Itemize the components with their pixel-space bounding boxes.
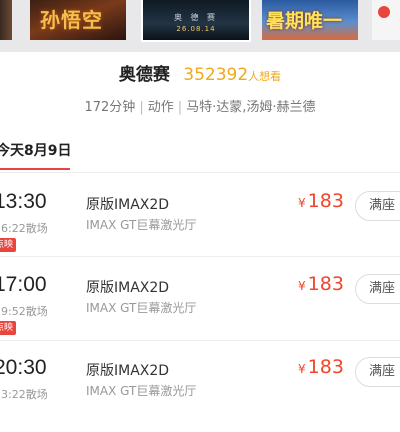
- movie-cast: 马特·达蒙,汤姆·赫兰德: [186, 100, 316, 115]
- date-tab-today[interactable]: 今天8月9日: [0, 140, 71, 160]
- preview-badge: 点映: [0, 321, 17, 335]
- poster-title: 孙悟空: [40, 8, 103, 32]
- price: ¥183: [298, 273, 344, 295]
- start-time: 20:30: [0, 356, 47, 379]
- price-value: 183: [307, 190, 344, 212]
- poster-item-selected[interactable]: 奥 德 赛 26.08.14: [141, 0, 251, 42]
- poster-date: 26.08.14: [176, 25, 216, 33]
- movie-meta: 172分钟 | 动作 | 马特·达蒙,汤姆·赫兰德: [0, 96, 400, 115]
- sold-out-button[interactable]: 满座: [355, 274, 400, 304]
- price: ¥183: [298, 356, 344, 378]
- start-time: 13:30: [0, 190, 47, 213]
- meta-separator: |: [139, 100, 144, 115]
- poster-title: 奥 德 赛: [173, 13, 219, 22]
- poster-carousel[interactable]: 孙悟空 奥 德 赛 26.08.14 暑期唯一: [0, 0, 400, 52]
- start-time: 17:00: [0, 273, 47, 296]
- end-time: 16:22散场: [0, 222, 48, 235]
- poster-item[interactable]: 暑期唯一: [262, 0, 358, 40]
- hall-label: IMAX GT巨幕激光厅: [86, 384, 197, 398]
- price: ¥183: [298, 190, 344, 212]
- movie-title: 奥德赛: [118, 65, 170, 85]
- currency-symbol: ¥: [298, 279, 306, 293]
- divider: [0, 256, 400, 257]
- poster-item[interactable]: [0, 0, 12, 40]
- hall-label: IMAX GT巨幕激光厅: [86, 301, 197, 315]
- want-unit: 人想看: [248, 70, 282, 83]
- poster-item[interactable]: [372, 0, 400, 40]
- preview-badge: 点映: [0, 238, 17, 252]
- poster-decoration: [378, 6, 390, 18]
- currency-symbol: ¥: [298, 362, 306, 376]
- format-label: 原版IMAX2D: [86, 280, 170, 296]
- showtime-row[interactable]: 20:30 23:22散场 原版IMAX2D IMAX GT巨幕激光厅 ¥183…: [0, 352, 400, 432]
- currency-symbol: ¥: [298, 196, 306, 210]
- movie-title-row: 奥德赛 352392人想看: [0, 62, 400, 90]
- showtime-row[interactable]: 13:30 16:22散场 点映 原版IMAX2D IMAX GT巨幕激光厅 ¥…: [0, 186, 400, 266]
- want-count: 352392: [183, 65, 249, 85]
- movie-duration: 172分钟: [84, 100, 136, 115]
- price-value: 183: [307, 273, 344, 295]
- sold-out-button[interactable]: 满座: [355, 357, 400, 387]
- date-tab-indicator: [0, 168, 70, 170]
- sold-out-button[interactable]: 满座: [355, 191, 400, 221]
- movie-info: 奥德赛 352392人想看 172分钟 | 动作 | 马特·达蒙,汤姆·赫兰德: [0, 62, 400, 115]
- end-time: 19:52散场: [0, 305, 48, 318]
- hall-label: IMAX GT巨幕激光厅: [86, 218, 197, 232]
- poster-item[interactable]: 孙悟空: [30, 0, 126, 40]
- divider: [0, 340, 400, 341]
- movie-genre: 动作: [147, 100, 174, 115]
- showtime-row[interactable]: 17:00 19:52散场 点映 原版IMAX2D IMAX GT巨幕激光厅 ¥…: [0, 269, 400, 349]
- format-label: 原版IMAX2D: [86, 197, 170, 213]
- meta-separator: |: [177, 100, 183, 115]
- poster-title: 暑期唯一: [266, 10, 343, 32]
- divider: [0, 172, 400, 173]
- format-label: 原版IMAX2D: [86, 363, 170, 379]
- price-value: 183: [307, 356, 344, 378]
